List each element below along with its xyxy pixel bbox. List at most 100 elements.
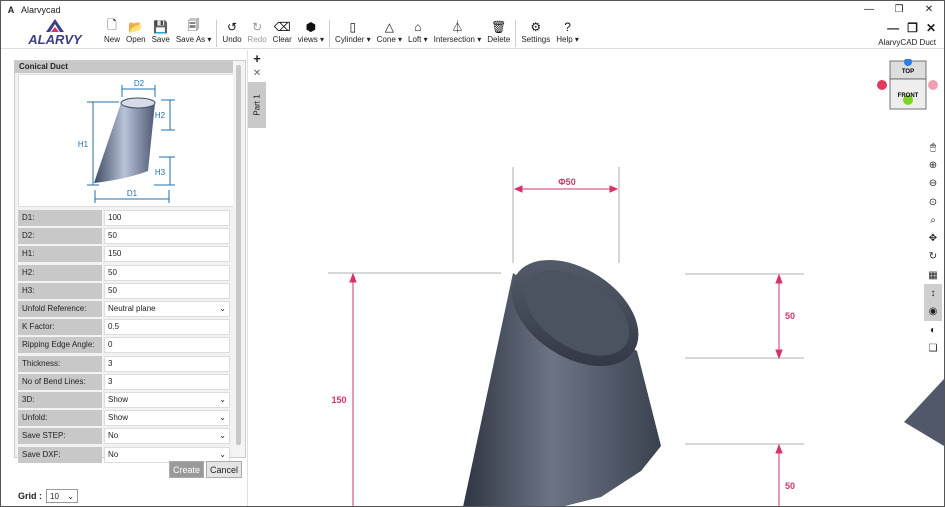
scrollbar-thumb[interactable] (236, 65, 241, 445)
panel-scrollbar[interactable] (233, 61, 245, 457)
chevron-down-icon: ⌄ (219, 394, 226, 404)
parameter-row: No of Bend Lines: 3 (18, 373, 244, 391)
cone-button[interactable]: △ Cone ▾ (374, 18, 405, 48)
zoom-out-icon[interactable]: ⊖ (924, 175, 942, 193)
zoom-fit-icon[interactable]: ⊙ (924, 193, 942, 211)
eye-icon[interactable]: ◉ (924, 302, 942, 321)
add-part-button[interactable]: + (247, 50, 267, 66)
toolbar-label: New (104, 35, 121, 44)
parameter-select[interactable]: Show ⌄ (104, 410, 230, 427)
toolbar-label: Delete (487, 35, 511, 44)
illus-d2-label: D2 (134, 79, 145, 88)
toolbar-label: Open (126, 35, 146, 44)
parameter-value: 50 (108, 231, 117, 241)
pan-icon[interactable]: ✥ (924, 229, 942, 247)
intersection-button[interactable]: ⏃ Intersection ▾ (431, 18, 485, 48)
gear-button[interactable]: ⚙ Settings (518, 18, 553, 48)
eraser-icon: ⌫ (273, 19, 291, 34)
illus-h1-label: H1 (78, 140, 89, 149)
view-tools: 🖱 ⊕ ⊖ ⊙ ⌕ ✥ ↻ ▦ ↕ ◉ ◐ ❏ (924, 138, 942, 358)
dim-right-top: 50 (785, 311, 795, 321)
illus-h2-label: H2 (155, 111, 166, 120)
eraser-button[interactable]: ⌫ Clear (270, 18, 295, 48)
loft-icon: ⌂ (414, 19, 422, 34)
mouse-icon[interactable]: 🖱 (924, 138, 942, 156)
undo-button[interactable]: ↺ Undo (219, 18, 244, 48)
parameter-input[interactable]: 0.5 (104, 319, 230, 336)
new-file-icon: 🗋 (107, 18, 117, 32)
trash-icon: 🗑 (491, 19, 507, 34)
parameter-value: 3 (108, 376, 113, 386)
parameter-value: 0.5 (108, 322, 120, 332)
parameter-input[interactable]: 50 (104, 282, 230, 299)
save-as-button[interactable]: 🗐 Save As ▾ (173, 18, 215, 48)
cube-icon: ⬢ (305, 19, 317, 34)
grid-select[interactable]: 10 ⌄ (46, 489, 78, 503)
save-button[interactable]: 💾 Save (149, 18, 173, 48)
parameter-input[interactable]: 50 (104, 228, 230, 245)
parameter-value: Show (108, 394, 129, 404)
parameter-input[interactable]: 150 (104, 246, 230, 263)
trash-button[interactable]: 🗑 Delete (484, 18, 513, 48)
contrast-icon[interactable]: ◐ (924, 321, 942, 339)
cancel-button[interactable]: Cancel (206, 461, 242, 478)
tab-part-1[interactable]: Part 1 (248, 82, 266, 128)
parameter-label: D2: (18, 228, 102, 245)
brand-restore-button[interactable]: ❐ (907, 21, 918, 35)
chevron-down-icon: ⌄ (219, 449, 226, 459)
toolbar-label: Intersection ▾ (433, 35, 482, 44)
toolbar-label: Cylinder ▾ (335, 35, 371, 44)
toolbar-label: Save (151, 35, 170, 44)
cube-button[interactable]: ⬢ views ▾ (295, 18, 327, 48)
parameter-label: H3: (18, 282, 102, 299)
parameter-select[interactable]: Show ⌄ (104, 391, 230, 408)
help-button[interactable]: ? Help ▾ (553, 18, 582, 48)
parameter-input[interactable]: 50 (104, 264, 230, 281)
brand-close-button[interactable]: ✕ (926, 21, 936, 35)
parameter-input[interactable]: 100 (104, 210, 230, 227)
duct-3d-model (463, 259, 944, 506)
vertical-arrow-icon[interactable]: ↕ (924, 284, 942, 303)
title-bar: A Alarvycad — ❐ ✕ (1, 1, 944, 18)
close-button[interactable]: ✕ (914, 1, 944, 18)
toolbar-label: Redo (247, 35, 267, 44)
brand-minimize-button[interactable]: — (887, 21, 899, 35)
zoom-window-icon[interactable]: ⌕ (924, 211, 942, 229)
toolbar-separator (329, 20, 331, 47)
view-cube[interactable]: TOP FRONT (874, 58, 942, 119)
redo-button[interactable]: ↻ Redo (245, 18, 270, 48)
parameter-row: H1: 150 (18, 245, 244, 263)
parameter-label: 3D: (18, 391, 102, 408)
restore-button[interactable]: ❐ (884, 1, 914, 18)
new-file-button[interactable]: 🗋 New (101, 18, 123, 48)
loft-button[interactable]: ⌂ Loft ▾ (405, 18, 431, 48)
help-icon: ? (564, 19, 571, 34)
rotate-icon[interactable]: ↻ (924, 248, 942, 266)
toolbar-label: Save As ▾ (175, 35, 212, 44)
save-as-icon: 🗐 (187, 18, 200, 32)
parameter-label: H1: (18, 246, 102, 263)
toolbar-label: Undo (222, 35, 242, 44)
window-title: Alarvycad (21, 4, 61, 15)
parameter-input[interactable]: 3 (104, 373, 230, 390)
viewcube-top-label: TOP (902, 69, 914, 75)
3d-viewport[interactable]: Φ50 150 50 50 (268, 50, 944, 506)
parameter-select[interactable]: Neutral plane ⌄ (104, 301, 230, 318)
parameter-select[interactable]: No ⌄ (104, 428, 230, 445)
zoom-in-icon[interactable]: ⊕ (924, 156, 942, 174)
grid-icon[interactable]: ▦ (924, 266, 942, 284)
illus-d1-label: D1 (127, 189, 138, 198)
cylinder-button[interactable]: ▯ Cylinder ▾ (332, 18, 374, 48)
parameter-input[interactable]: 0 (104, 337, 230, 354)
open-folder-button[interactable]: 📂 Open (123, 18, 149, 48)
create-button[interactable]: Create (169, 461, 204, 478)
intersection-icon: ⏃ (451, 20, 464, 34)
side-part-fragment (904, 379, 944, 446)
alarvy-logo: ALARVY (1, 18, 101, 49)
close-part-button[interactable]: ✕ (247, 66, 267, 80)
redo-icon: ↻ (252, 19, 263, 34)
parameter-label: H2: (18, 264, 102, 281)
layers-icon[interactable]: ❏ (924, 339, 942, 357)
parameter-input[interactable]: 3 (104, 355, 230, 372)
minimize-button[interactable]: — (854, 1, 884, 18)
